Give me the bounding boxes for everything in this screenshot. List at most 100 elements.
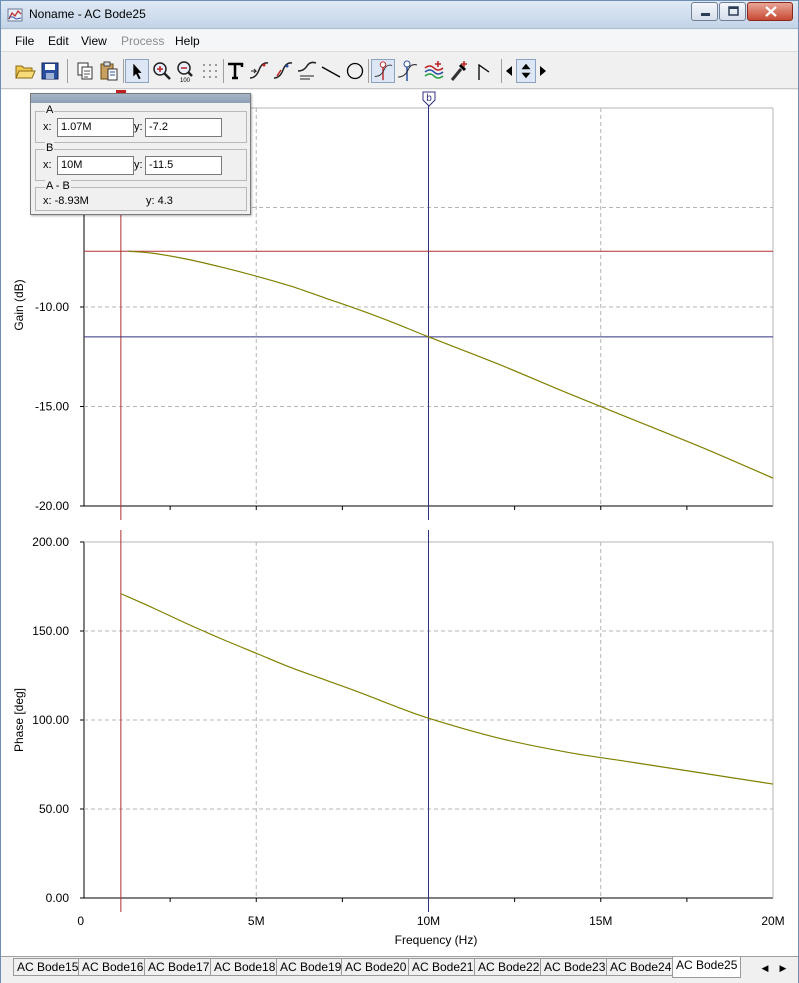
menu-edit[interactable]: Edit xyxy=(48,34,69,48)
gain-y-tick-label: -10.00 xyxy=(35,300,69,314)
tab-ac-bode23[interactable]: AC Bode23 xyxy=(540,958,610,976)
phase-axis-label: Phase [deg] xyxy=(12,688,26,752)
curve-colors-icon[interactable] xyxy=(422,59,446,83)
toolbar-separator xyxy=(67,59,68,83)
arrow-updown-icon[interactable] xyxy=(516,59,536,83)
menu-view[interactable]: View xyxy=(81,34,107,48)
cursor-b-marker[interactable]: b xyxy=(422,91,436,107)
frequency-tick-label: 15M xyxy=(589,914,612,928)
phase-y-tick-label: 150.00 xyxy=(32,624,69,638)
frequency-tick-label: 20M xyxy=(761,914,784,928)
zoom-out-badge: 100 xyxy=(180,78,191,83)
grid-icon[interactable] xyxy=(198,59,222,83)
gain-curve[interactable] xyxy=(128,250,774,479)
frequency-tick-label: 5M xyxy=(248,914,265,928)
tab-ac-bode17[interactable]: AC Bode17 xyxy=(144,958,214,976)
gain-axis-label: Gain (dB) xyxy=(12,279,26,330)
maximize-icon xyxy=(728,6,739,16)
phase-y-tick-label: 200.00 xyxy=(32,535,69,549)
arrow-left-icon[interactable] xyxy=(503,59,515,83)
cursor-readout-panel[interactable]: A x: 1.07M y: -7.2 B x: 10M y: -11.5 A -… xyxy=(30,93,251,215)
plot-area[interactable]: -10.00 -15.00 -20.00 200.00 150.00 100.00 50.… xyxy=(1,90,798,956)
curve-tool-1-icon[interactable] xyxy=(247,59,271,83)
cursor-a-group: A x: 1.07M y: -7.2 xyxy=(35,104,247,143)
close-button[interactable] xyxy=(747,2,793,21)
window-title: Noname - AC Bode25 xyxy=(29,7,146,21)
cursor-b-title: B xyxy=(45,142,55,154)
cursor-b-y-field[interactable]: -11.5 xyxy=(145,156,222,175)
cursor-a-icon[interactable] xyxy=(371,59,395,83)
zoom-out-icon[interactable]: 100 xyxy=(174,59,198,83)
tab-ac-bode22[interactable]: AC Bode22 xyxy=(474,958,544,976)
minimize-button[interactable] xyxy=(691,2,718,21)
open-icon[interactable] xyxy=(13,59,37,83)
toolbar: 100 xyxy=(1,53,798,89)
tab-ac-bode18[interactable]: AC Bode18 xyxy=(210,958,280,976)
ellipse-icon[interactable] xyxy=(343,59,367,83)
tab-scroll-left-icon[interactable]: ◀ xyxy=(758,960,772,976)
frequency-axis: 0 5M 10M 15M 20M xyxy=(77,914,784,928)
frequency-tick-label: 10M xyxy=(417,914,440,928)
menu-process[interactable]: Process xyxy=(121,34,164,48)
phase-plot[interactable]: 200.00 150.00 100.00 50.00 0.00 xyxy=(32,530,774,912)
cursor-b-icon[interactable] xyxy=(395,59,419,83)
arrow-right-icon[interactable] xyxy=(537,59,549,83)
menu-help[interactable]: Help xyxy=(175,34,200,48)
bode-plots[interactable]: -10.00 -15.00 -20.00 200.00 150.00 100.00 50.… xyxy=(1,90,798,956)
marker-icon[interactable] xyxy=(447,59,471,83)
cursor-b-group: B x: 10M y: -11.5 xyxy=(35,142,247,181)
toolbar-separator xyxy=(123,59,124,83)
phase-y-tick-label: 0.00 xyxy=(46,891,70,905)
title-bar[interactable]: Noname - AC Bode25 xyxy=(1,1,798,29)
minimize-icon xyxy=(701,13,710,16)
cursor-a-y-label: y: xyxy=(134,121,143,133)
frequency-tick-label: 0 xyxy=(77,914,84,928)
cursor-a-y-field[interactable]: -7.2 xyxy=(145,118,222,137)
frequency-axis-label: Frequency (Hz) xyxy=(395,933,478,947)
zoom-in-icon[interactable] xyxy=(150,59,174,83)
cursor-b-marker-label: b xyxy=(426,93,432,104)
toolbar-separator xyxy=(501,59,502,83)
tangent-icon[interactable] xyxy=(474,59,498,83)
panel-title-bar[interactable] xyxy=(31,94,250,103)
cursor-diff-title: A - B xyxy=(45,180,71,192)
paste-icon[interactable] xyxy=(97,59,121,83)
tab-ac-bode19[interactable]: AC Bode19 xyxy=(276,958,346,976)
app-icon xyxy=(7,8,23,22)
cursor-diff-group: A - B x: -8.93M y: 4.3 xyxy=(35,180,247,211)
cursor-b-x-label: x: xyxy=(43,159,52,171)
text-icon[interactable] xyxy=(223,59,247,83)
gain-y-tick-label: -20.00 xyxy=(35,499,69,513)
app-window: Noname - AC Bode25 File Edit View Proces… xyxy=(0,0,799,983)
menu-file[interactable]: File xyxy=(15,34,34,48)
cursor-b-y-label: y: xyxy=(134,159,143,171)
tab-scroll-right-icon[interactable]: ▶ xyxy=(776,960,790,976)
phase-y-tick-label: 50.00 xyxy=(39,802,69,816)
cursor-a-title: A xyxy=(45,104,55,116)
tab-ac-bode21[interactable]: AC Bode21 xyxy=(408,958,478,976)
curve-tool-3-icon[interactable] xyxy=(295,59,319,83)
copy-icon[interactable] xyxy=(73,59,97,83)
tab-ac-bode25[interactable]: AC Bode25 xyxy=(672,957,742,978)
line-icon[interactable] xyxy=(319,59,343,83)
cursor-diff-y: y: 4.3 xyxy=(146,195,173,207)
tab-ac-bode24[interactable]: AC Bode24 xyxy=(606,958,676,976)
cursor-a-x-label: x: xyxy=(43,121,52,133)
phase-y-tick-label: 100.00 xyxy=(32,713,69,727)
tab-ac-bode16[interactable]: AC Bode16 xyxy=(78,958,148,976)
cursor-diff-x: x: -8.93M xyxy=(43,195,89,207)
menu-bar: File Edit View Process Help xyxy=(1,30,798,52)
curve-tool-2-icon[interactable] xyxy=(271,59,295,83)
phase-curve[interactable] xyxy=(120,593,774,785)
save-icon[interactable] xyxy=(38,59,62,83)
tab-ac-bode15[interactable]: AC Bode15 xyxy=(13,958,83,976)
toolbar-separator xyxy=(368,59,369,83)
maximize-button[interactable] xyxy=(719,2,746,21)
close-icon xyxy=(765,6,777,17)
gain-y-tick-label: -15.00 xyxy=(35,400,69,414)
select-arrow-icon[interactable] xyxy=(125,59,149,83)
tab-ac-bode20[interactable]: AC Bode20 xyxy=(341,958,411,976)
document-tabs: AC Bode15 AC Bode16 AC Bode17 AC Bode18 … xyxy=(1,956,798,983)
cursor-b-x-field[interactable]: 10M xyxy=(57,156,134,175)
cursor-a-x-field[interactable]: 1.07M xyxy=(57,118,134,137)
